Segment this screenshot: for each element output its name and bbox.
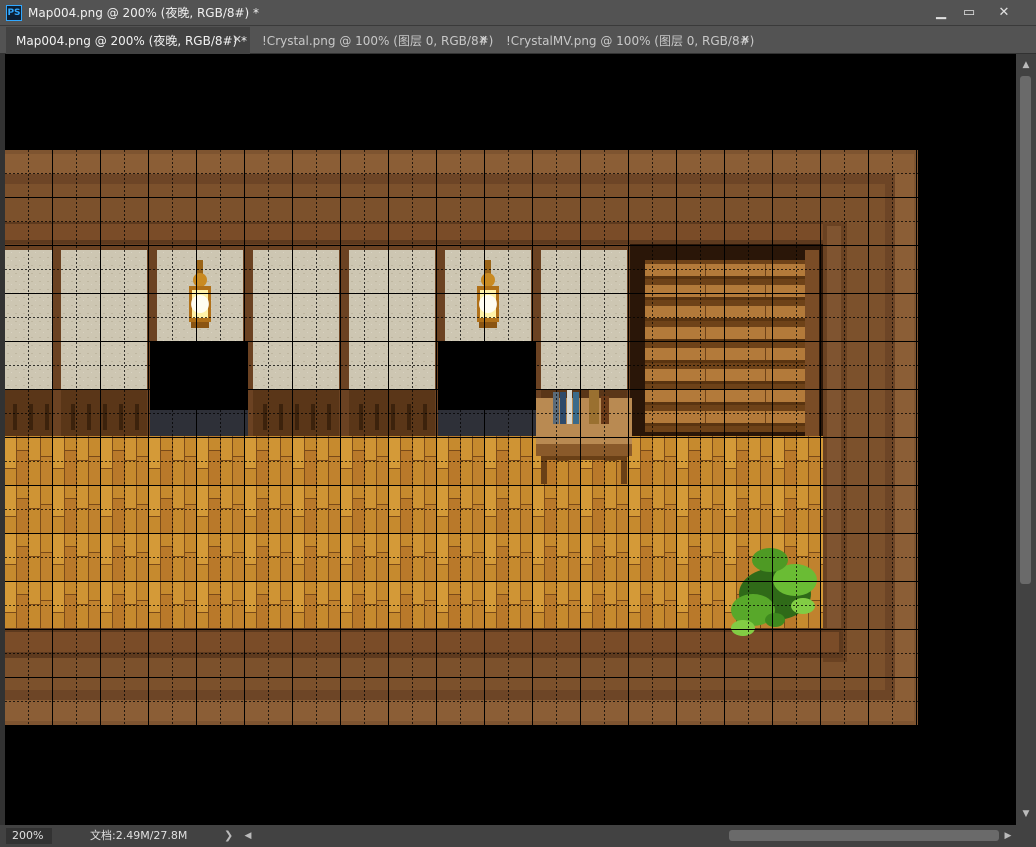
vertical-scrollbar[interactable]: ▲ ▼ [1016, 54, 1036, 825]
maximize-button[interactable]: ▭ [952, 0, 986, 25]
tab-close-icon[interactable]: ✕ [741, 33, 750, 46]
tab-crystalmv[interactable]: !CrystalMV.png @ 100% (图层 0, RGB/8#) ✕ [496, 27, 758, 54]
tile-grid-overlay [5, 150, 918, 725]
tab-close-icon[interactable]: ✕ [479, 33, 488, 46]
scroll-left-icon[interactable]: ◀ [240, 828, 256, 844]
document-tab-bar: Map004.png @ 200% (夜晚, RGB/8#) * ✕ !Crys… [0, 25, 1036, 54]
status-bar: 200% 文档:2.49M/27.8M ❯ ◀ ▶ [0, 825, 1036, 847]
zoom-level-field[interactable]: 200% [6, 828, 52, 844]
horizontal-scroll-thumb[interactable] [729, 830, 999, 841]
tab-label: !Crystal.png @ 100% (图层 0, RGB/8#) [262, 34, 494, 48]
horizontal-scrollbar[interactable]: ◀ ▶ [240, 825, 1016, 847]
tab-label: Map004.png @ 200% (夜晚, RGB/8#) * [16, 34, 248, 48]
tab-label: !CrystalMV.png @ 100% (图层 0, RGB/8#) [506, 34, 755, 48]
status-menu-chevron-icon[interactable]: ❯ [224, 828, 233, 844]
document-canvas[interactable] [5, 54, 1016, 825]
document-size-info: 文档:2.49M/27.8M [90, 829, 188, 842]
map-image [5, 150, 918, 725]
close-window-button[interactable]: ✕ [984, 0, 1024, 25]
photoshop-app-icon: PS [6, 4, 22, 21]
vertical-scroll-thumb[interactable] [1020, 76, 1031, 584]
scroll-up-icon[interactable]: ▲ [1016, 56, 1036, 74]
scroll-right-icon[interactable]: ▶ [1000, 828, 1016, 844]
tab-close-icon[interactable]: ✕ [233, 33, 242, 46]
tab-map004[interactable]: Map004.png @ 200% (夜晚, RGB/8#) * ✕ [6, 27, 250, 54]
scroll-down-icon[interactable]: ▼ [1016, 805, 1036, 823]
title-bar: PS Map004.png @ 200% (夜晚, RGB/8#) * ▁ ▭ … [0, 0, 1036, 25]
tab-crystal[interactable]: !Crystal.png @ 100% (图层 0, RGB/8#) ✕ [252, 27, 496, 54]
window-title: Map004.png @ 200% (夜晚, RGB/8#) * [28, 6, 260, 20]
